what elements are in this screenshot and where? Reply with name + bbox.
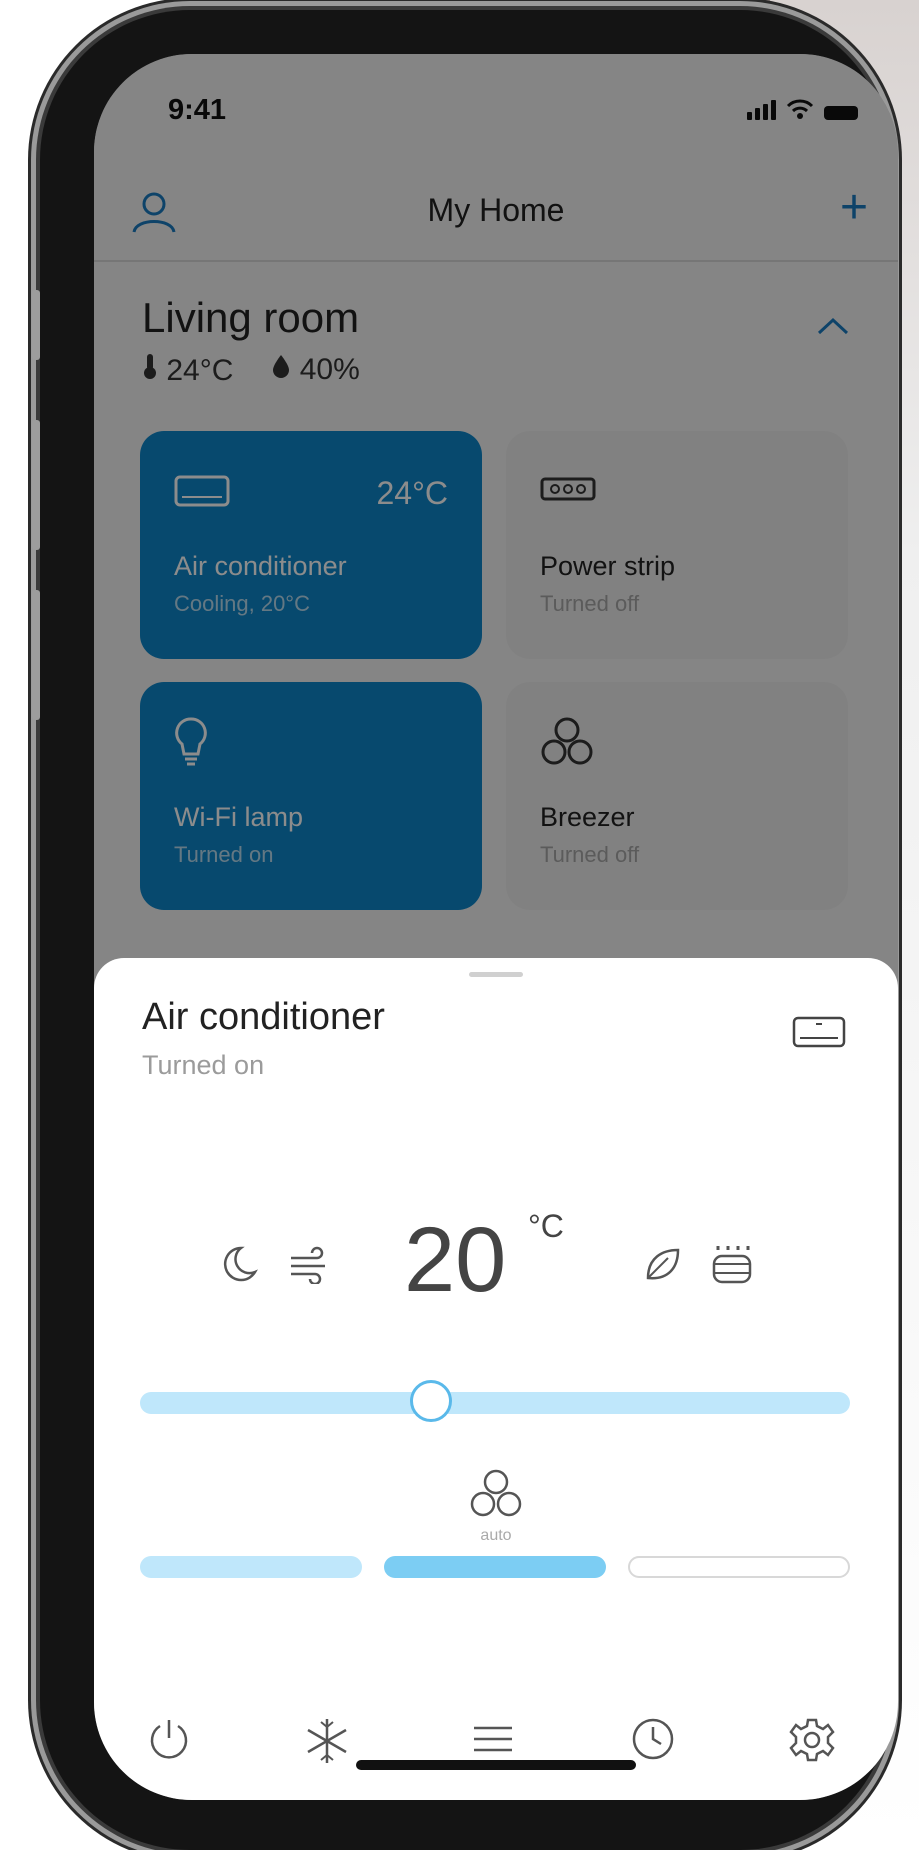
room-humidity: 40% (299, 353, 360, 386)
sheet-title: Air conditioner (142, 996, 385, 1038)
status-icons (747, 98, 858, 120)
droplet-icon (273, 355, 290, 378)
device-card-breezer[interactable]: Breezer Turned off (506, 682, 848, 910)
device-status: Turned off (540, 591, 640, 616)
device-card-wifi-lamp[interactable]: Wi-Fi lamp Turned on (140, 682, 482, 910)
room-name: Living room (142, 294, 360, 341)
air-conditioner-icon (792, 1016, 846, 1048)
lightbulb-icon (175, 717, 207, 766)
thermometer-icon (144, 354, 156, 379)
device-name: Breezer (540, 802, 635, 832)
fan-speed-medium[interactable] (384, 1556, 606, 1578)
temperature-row: 20 °C (94, 1208, 898, 1328)
temperature-slider[interactable] (140, 1380, 850, 1422)
clock-icon[interactable] (630, 1716, 676, 1762)
volume-up-button (32, 420, 40, 550)
add-device-button[interactable]: + (840, 184, 868, 232)
leaf-icon[interactable] (642, 1244, 682, 1284)
signal-icon (747, 100, 776, 120)
menu-icon[interactable] (470, 1716, 516, 1762)
settings-icon[interactable] (788, 1716, 836, 1764)
device-bottom-sheet: Air conditioner Turned on 20 °C auto (94, 958, 898, 1800)
fan-speed-high[interactable] (628, 1556, 850, 1578)
room-temperature: 24°C (166, 354, 234, 387)
sheet-status: Turned on (142, 1050, 265, 1080)
power-strip-icon (540, 477, 596, 501)
device-card-power-strip[interactable]: Power strip Turned off (506, 431, 848, 659)
device-status: Cooling, 20°C (174, 591, 310, 616)
top-navbar: My Home + (94, 164, 898, 262)
device-reading: 24°C (376, 475, 449, 511)
heater-icon[interactable] (712, 1242, 752, 1286)
sheet-grab-handle[interactable] (469, 972, 523, 977)
device-status: Turned on (174, 842, 274, 867)
fan-mode[interactable]: auto (466, 1468, 526, 1545)
page-title: My Home (427, 192, 565, 228)
wifi-icon (786, 99, 814, 119)
snowflake-icon[interactable] (302, 1716, 352, 1766)
fan-icon (541, 717, 593, 765)
chevron-up-icon[interactable] (816, 316, 850, 336)
device-name: Air conditioner (174, 551, 347, 581)
home-indicator[interactable] (356, 1760, 636, 1770)
wind-icon[interactable] (287, 1244, 331, 1284)
temperature-stat: 24°C (142, 352, 233, 388)
temperature-unit: °C (528, 1208, 564, 1244)
fan-mode-label: auto (480, 1527, 512, 1544)
moon-icon[interactable] (219, 1244, 259, 1284)
status-bar: 9:41 (94, 54, 898, 164)
device-name: Power strip (540, 551, 676, 581)
volume-down-button (32, 590, 40, 720)
app-screen: 9:41 My Home + Living room 24°C 40% 24°C… (94, 54, 898, 1800)
device-card-air-conditioner[interactable]: 24°C Air conditioner Cooling, 20°C (140, 431, 482, 659)
device-status: Turned off (540, 842, 640, 867)
status-time: 9:41 (168, 94, 227, 126)
fan-speed-low[interactable] (140, 1556, 362, 1578)
humidity-stat: 40% (271, 353, 360, 387)
battery-icon (824, 106, 858, 120)
room-header: Living room 24°C 40% (142, 294, 360, 388)
power-icon[interactable] (146, 1716, 192, 1762)
room-stats: 24°C 40% (142, 352, 360, 388)
fan-icon (470, 1469, 522, 1517)
device-name: Wi-Fi lamp (174, 802, 303, 832)
target-temperature: 20 (404, 1209, 507, 1311)
mute-switch (32, 290, 40, 360)
air-conditioner-icon (174, 475, 230, 507)
slider-handle[interactable] (410, 1380, 453, 1422)
